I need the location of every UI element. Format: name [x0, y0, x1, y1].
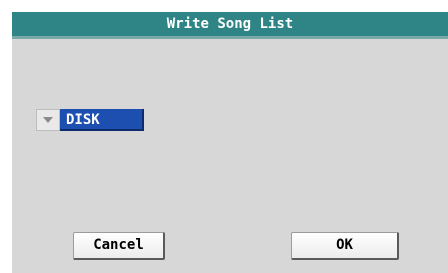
- destination-selector[interactable]: DISK: [36, 109, 144, 131]
- dialog-title: Write Song List: [12, 12, 448, 36]
- destination-value[interactable]: DISK: [60, 109, 144, 131]
- title-divider: [12, 36, 448, 39]
- ok-button[interactable]: OK: [291, 232, 399, 260]
- destination-dropdown-button[interactable]: [36, 109, 60, 131]
- write-song-list-dialog: Write Song List DISK Cancel OK: [12, 12, 448, 273]
- cancel-button[interactable]: Cancel: [73, 232, 165, 260]
- chevron-down-icon: [43, 117, 53, 123]
